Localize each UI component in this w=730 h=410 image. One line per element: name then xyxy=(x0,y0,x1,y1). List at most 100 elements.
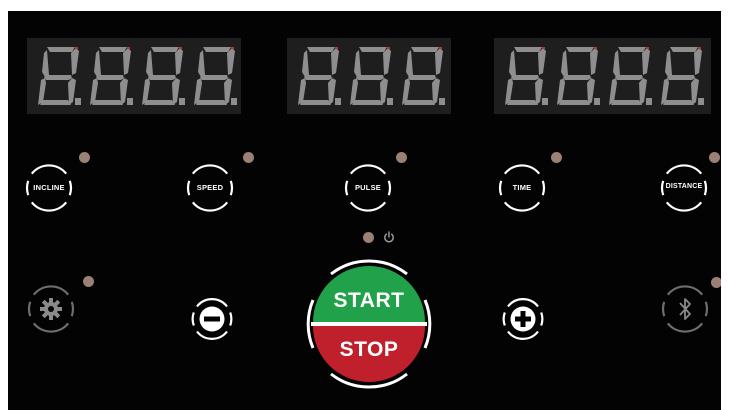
seven-seg-digit xyxy=(505,47,548,105)
segment xyxy=(68,78,76,105)
bluetooth-led xyxy=(711,277,721,288)
power-icon xyxy=(384,231,394,243)
decimal-point xyxy=(75,98,81,105)
segment xyxy=(94,50,101,77)
segment xyxy=(47,47,75,52)
distance-led xyxy=(709,152,720,163)
segment-tick xyxy=(542,47,545,49)
segment xyxy=(566,47,594,52)
segment xyxy=(354,50,361,77)
segment-tick xyxy=(335,47,338,49)
seven-seg-digit xyxy=(90,47,133,105)
power-led xyxy=(363,232,374,243)
bluetooth-button[interactable] xyxy=(659,283,711,335)
segment xyxy=(352,100,383,105)
segment xyxy=(559,100,590,105)
segment-tick xyxy=(231,47,234,49)
segment xyxy=(144,100,175,105)
segment xyxy=(148,75,176,80)
pulse-led xyxy=(396,152,407,163)
segment xyxy=(618,47,646,52)
segment xyxy=(307,47,335,52)
segment xyxy=(123,48,131,75)
segment xyxy=(146,50,153,77)
segment xyxy=(507,100,538,105)
segment xyxy=(561,50,568,77)
segment xyxy=(92,100,123,105)
segment xyxy=(509,50,516,77)
segment xyxy=(535,78,543,105)
segment xyxy=(304,75,332,80)
segment xyxy=(328,78,336,105)
segment xyxy=(380,78,388,105)
speed-led xyxy=(243,152,254,163)
segment-tick xyxy=(127,47,130,49)
pulse-button[interactable]: PULSE xyxy=(342,162,394,214)
time-led xyxy=(551,152,562,163)
segment xyxy=(200,75,228,80)
segment xyxy=(99,47,127,52)
segment xyxy=(435,48,443,75)
segment xyxy=(151,47,179,52)
start-label: START xyxy=(333,289,405,312)
segment xyxy=(514,47,542,52)
seven-seg-digit xyxy=(298,47,341,105)
segment xyxy=(356,75,384,80)
segment xyxy=(611,100,642,105)
segment-tick xyxy=(179,47,182,49)
segment-tick xyxy=(75,47,78,49)
incline-button[interactable]: INCLINE xyxy=(23,162,75,214)
segment xyxy=(590,48,598,75)
segment xyxy=(511,75,539,80)
segment xyxy=(406,50,413,77)
seven-seg-digit xyxy=(38,47,81,105)
time-button[interactable]: TIME xyxy=(496,162,548,214)
decimal-point xyxy=(698,98,704,105)
time-label: TIME xyxy=(512,183,532,192)
segment-tick xyxy=(646,47,649,49)
segment xyxy=(404,100,435,105)
minus-button[interactable] xyxy=(190,297,234,341)
segment xyxy=(639,78,647,105)
display-left xyxy=(27,38,241,114)
treadmill-console: INCLINE SPEED PULSE TIME DISTANCE START … xyxy=(8,11,721,410)
decimal-point xyxy=(594,98,600,105)
segment xyxy=(42,50,49,77)
distance-button[interactable]: DISTANCE xyxy=(658,162,710,214)
seven-seg-digit xyxy=(194,47,237,105)
segment xyxy=(71,48,79,75)
seven-seg-digit xyxy=(142,47,185,105)
segment xyxy=(670,47,698,52)
segment xyxy=(691,78,699,105)
segment xyxy=(587,78,595,105)
segment-tick xyxy=(594,47,597,49)
segment xyxy=(359,47,387,52)
decimal-point xyxy=(335,98,341,105)
seven-seg-digit xyxy=(402,47,445,105)
seven-seg-digit xyxy=(557,47,600,105)
segment xyxy=(538,48,546,75)
segment xyxy=(196,100,227,105)
decimal-point xyxy=(387,98,393,105)
settings-led xyxy=(83,276,94,287)
segment xyxy=(615,75,643,80)
speed-button[interactable]: SPEED xyxy=(184,162,236,214)
minus-icon xyxy=(204,316,220,322)
segment xyxy=(44,75,72,80)
pulse-label: PULSE xyxy=(354,183,381,192)
segment xyxy=(40,100,71,105)
segment xyxy=(331,48,339,75)
speed-label: SPEED xyxy=(196,183,224,192)
segment xyxy=(175,48,183,75)
segment xyxy=(227,48,235,75)
distance-label: DISTANCE xyxy=(665,183,703,190)
settings-button[interactable] xyxy=(25,283,77,335)
decimal-point xyxy=(439,98,445,105)
plus-button[interactable] xyxy=(501,297,545,341)
segment xyxy=(667,75,695,80)
segment xyxy=(120,78,128,105)
display-right xyxy=(494,38,711,114)
segment xyxy=(563,75,591,80)
segment xyxy=(613,50,620,77)
segment xyxy=(203,47,231,52)
